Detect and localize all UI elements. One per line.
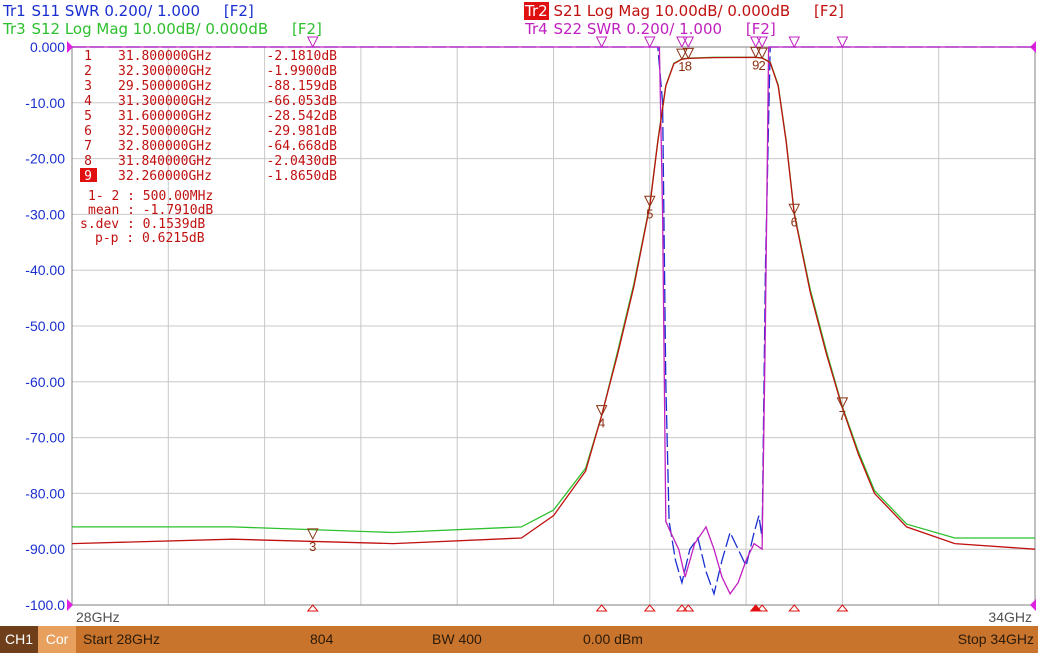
marker-table-frequency: 29.500000GHz: [118, 79, 212, 94]
start-frequency[interactable]: Start 28GHz: [83, 631, 160, 647]
marker-label: 4: [598, 416, 605, 431]
marker-table-frequency: 31.600000GHz: [118, 109, 212, 124]
y-tick-label: -40.00: [25, 262, 65, 278]
marker-table-value: -64.668dB: [267, 139, 338, 154]
y-tick-label: -100.0: [25, 597, 65, 613]
marker-table-number: 6: [84, 124, 92, 139]
y-tick-label: -20.00: [25, 151, 65, 167]
marker-table-value: -1.9900dB: [267, 64, 338, 79]
marker-bottom-indicator: [836, 604, 849, 612]
if-bandwidth[interactable]: BW 400: [432, 631, 482, 647]
statistics-line: mean : -1.7910dB: [88, 203, 213, 218]
marker-table-frequency: 32.800000GHz: [118, 139, 212, 154]
marker-table-frequency: 32.500000GHz: [118, 124, 212, 139]
marker-table-number: 7: [84, 139, 92, 154]
marker-top-indicator: [788, 36, 801, 49]
y-tick-label: -50.00: [25, 318, 65, 334]
marker-top-indicator: [306, 36, 319, 49]
status-bar: CH1 Cor Start 28GHz 804 BW 400 0.00 dBm …: [0, 626, 1038, 653]
x-tick-label: 34GHz: [988, 609, 1032, 625]
statistics-line: s.dev : 0.1539dB: [80, 217, 205, 232]
marker-table-number: 5: [84, 109, 92, 124]
x-tick-label: 28GHz: [76, 609, 120, 625]
marker-table-number: 4: [84, 94, 92, 109]
marker-table-number: 8: [84, 154, 92, 169]
marker-table-frequency: 31.300000GHz: [118, 94, 212, 109]
marker-bottom-indicator: [595, 604, 608, 612]
marker-table-value: -2.1810dB: [267, 49, 338, 64]
plot-area[interactable]: 0.000 -10.00 -20.00 -30.00 -40.00 -50.00 -60.0…: [0, 0, 1038, 626]
marker-label: 6: [791, 214, 798, 229]
stop-frequency[interactable]: Stop 34GHz: [958, 631, 1034, 647]
marker-top-indicator: [836, 36, 849, 49]
marker-bottom-indicator: [788, 604, 801, 612]
marker-table-frequency: 31.800000GHz: [118, 49, 212, 64]
marker-table-value: -88.159dB: [267, 79, 338, 94]
y-tick-label: 0.000: [30, 39, 65, 55]
marker-label: 3: [309, 539, 316, 554]
marker-table-value: -1.8650dB: [267, 169, 338, 184]
marker-table-frequency: 32.260000GHz: [118, 169, 212, 184]
y-tick-label: -90.00: [25, 541, 65, 557]
marker-bottom-indicator: [306, 604, 319, 612]
y-tick-label: -10.00: [25, 95, 65, 111]
marker-table-value: -66.053dB: [267, 94, 338, 109]
marker-bottom-indicator: [643, 604, 656, 612]
marker-table-value: -29.981dB: [267, 124, 338, 139]
correction-indicator[interactable]: Cor: [38, 626, 76, 653]
marker-table-frequency: 31.840000GHz: [118, 154, 212, 169]
power-level[interactable]: 0.00 dBm: [583, 631, 643, 647]
marker-top-indicator: [595, 36, 608, 49]
y-tick-label: -70.00: [25, 430, 65, 446]
marker-table-value: -28.542dB: [267, 109, 338, 124]
y-tick-label: -80.00: [25, 485, 65, 501]
marker-label: 9: [752, 57, 759, 72]
marker-label: 8: [685, 58, 692, 73]
point-count[interactable]: 804: [310, 631, 333, 647]
marker-table-value: -2.0430dB: [267, 154, 338, 169]
channel-indicator[interactable]: CH1: [0, 626, 38, 653]
statistics-line: p-p : 0.6215dB: [95, 231, 205, 246]
marker-label: 7: [839, 408, 846, 423]
marker-label: 5: [646, 206, 653, 221]
marker-table-number: 9: [84, 169, 92, 184]
y-tick-label: -30.00: [25, 206, 65, 222]
marker-table-frequency: 32.300000GHz: [118, 64, 212, 79]
y-tick-label: -60.00: [25, 374, 65, 390]
marker-table-number: 3: [84, 79, 92, 94]
marker-top-indicator: [643, 36, 656, 49]
marker-label: 2: [759, 58, 766, 73]
statistics-line: 1- 2 : 500.00MHz: [88, 189, 213, 204]
marker-table-number: 1: [84, 49, 92, 64]
marker-table-number: 2: [84, 64, 92, 79]
